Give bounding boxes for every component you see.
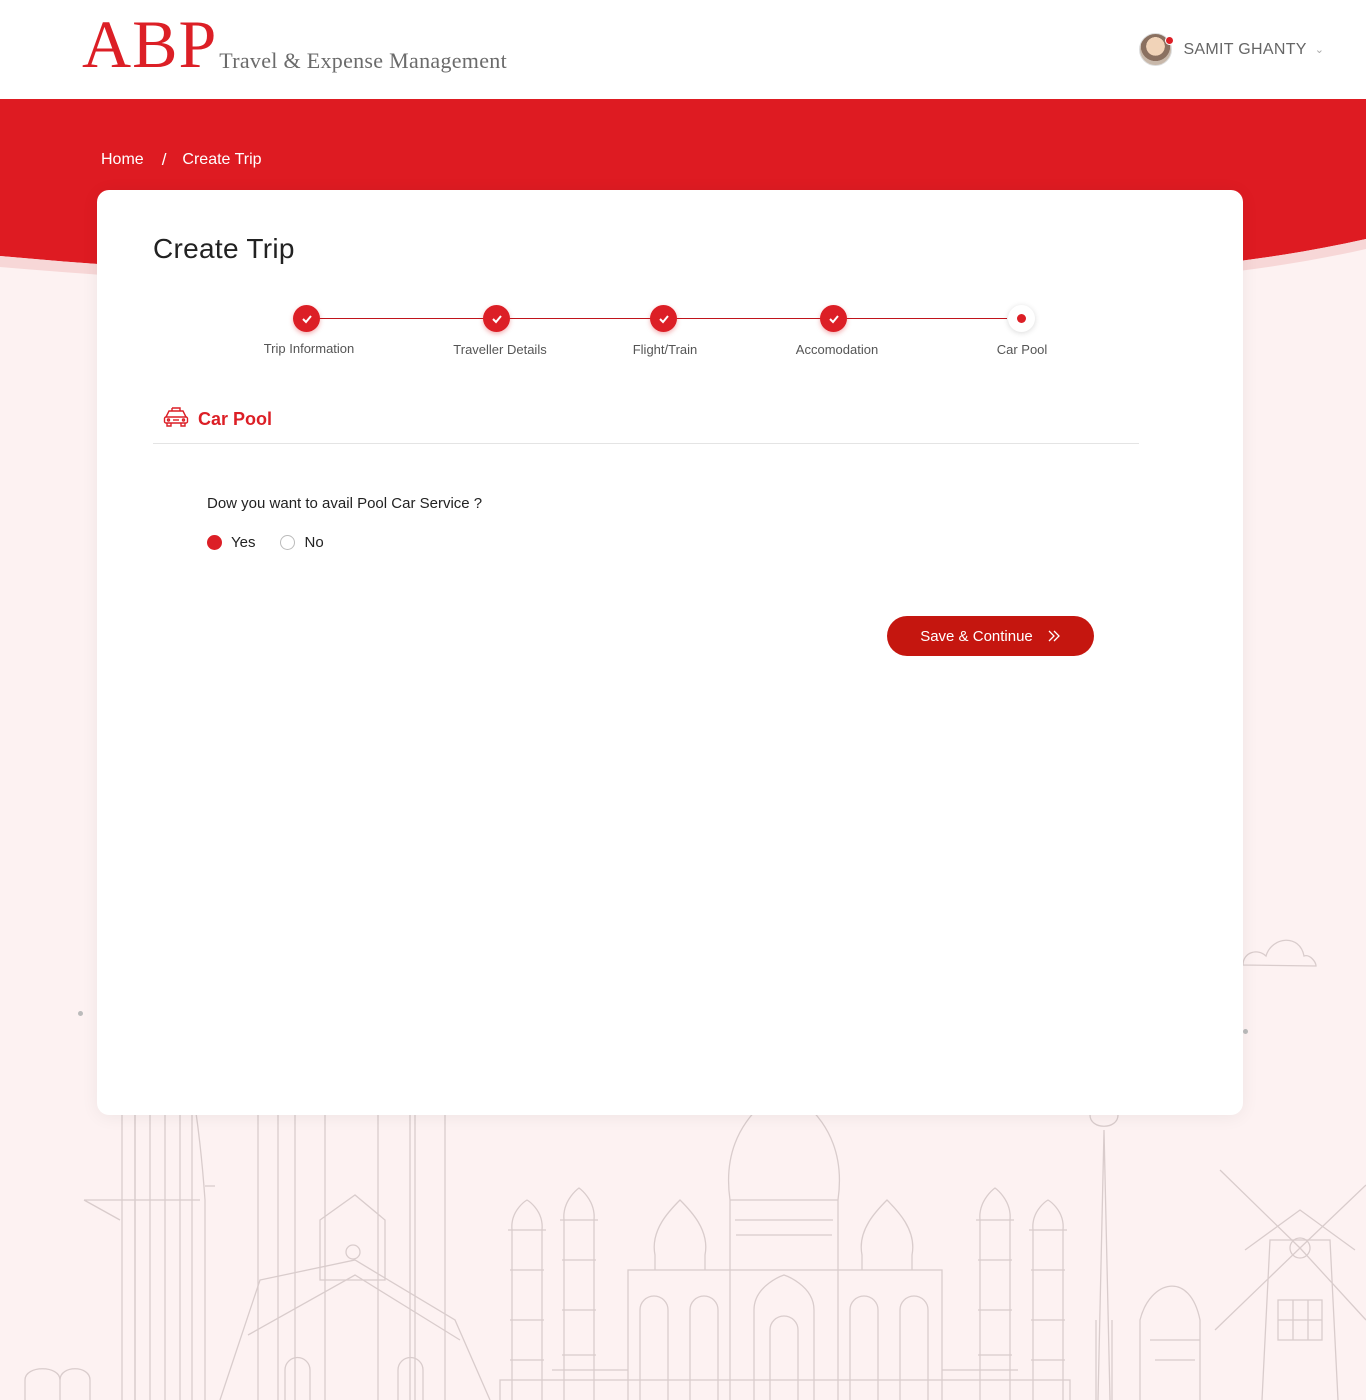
step-label-trip-information: Trip Information bbox=[263, 341, 355, 356]
step-label-flight-train: Flight/Train bbox=[632, 342, 698, 357]
avatar[interactable] bbox=[1139, 33, 1175, 66]
radio-yes-label[interactable]: Yes bbox=[231, 534, 255, 551]
step-label-accomodation: Accomodation bbox=[795, 342, 879, 357]
step-4-check-icon[interactable] bbox=[820, 305, 847, 332]
breadcrumb-separator: / bbox=[161, 150, 167, 169]
company-logo[interactable]: ABP Travel & Expense Management bbox=[82, 10, 507, 78]
notification-dot bbox=[1165, 36, 1175, 45]
progress-stepper: Trip Information Traveller Details Fligh… bbox=[97, 300, 1243, 370]
step-3-check-icon[interactable] bbox=[650, 305, 677, 332]
pool-car-radio-group: Yes No bbox=[207, 534, 349, 551]
double-chevron-right-icon bbox=[1048, 630, 1060, 642]
step-label-traveller-details: Traveller Details bbox=[453, 342, 547, 357]
section-title: Car Pool bbox=[198, 409, 273, 429]
radio-no-label[interactable]: No bbox=[304, 534, 323, 551]
logo-abp-text: ABP bbox=[82, 6, 218, 82]
radio-yes[interactable] bbox=[207, 535, 222, 550]
breadcrumb-current: Create Trip bbox=[182, 151, 262, 168]
page-title: Create Trip bbox=[153, 233, 295, 264]
save-continue-label: Save & Continue bbox=[920, 627, 1033, 645]
section-header: Car Pool bbox=[153, 404, 1139, 444]
create-trip-card: Create Trip Trip Information Traveller D… bbox=[97, 190, 1243, 1115]
radio-option-no[interactable]: No bbox=[280, 534, 324, 551]
breadcrumb: Home / Create Trip bbox=[101, 150, 262, 170]
logo-subtitle: Travel & Expense Management bbox=[219, 48, 508, 73]
current-step-dot bbox=[1017, 314, 1026, 323]
radio-option-yes[interactable]: Yes bbox=[207, 534, 255, 551]
radio-no[interactable] bbox=[280, 535, 296, 550]
user-menu[interactable]: SAMIT GHANTY ⌄ bbox=[1139, 33, 1324, 66]
breadcrumb-home[interactable]: Home bbox=[101, 151, 144, 169]
user-name: SAMIT GHANTY bbox=[1183, 40, 1307, 58]
step-label-car-pool: Car Pool bbox=[996, 342, 1048, 357]
top-header: ABP Travel & Expense Management SAMIT GH… bbox=[0, 0, 1366, 99]
step-1-check-icon[interactable] bbox=[293, 305, 320, 332]
save-continue-button[interactable]: Save & Continue bbox=[887, 616, 1094, 656]
chevron-down-icon[interactable]: ⌄ bbox=[1315, 43, 1324, 56]
car-icon bbox=[163, 407, 189, 427]
step-5-current-indicator[interactable] bbox=[1008, 305, 1035, 332]
pool-car-question: Dow you want to avail Pool Car Service ? bbox=[207, 495, 483, 512]
step-2-check-icon[interactable] bbox=[483, 305, 510, 332]
